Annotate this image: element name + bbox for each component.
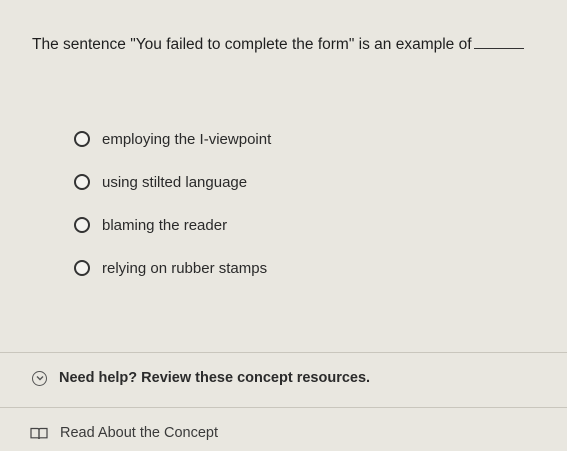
question-prompt: The sentence "You failed to complete the… <box>32 34 557 55</box>
question-text: The sentence "You failed to complete the… <box>32 36 472 53</box>
option-1[interactable]: employing the I-viewpoint <box>74 128 271 150</box>
divider <box>0 407 567 408</box>
radio-button[interactable] <box>74 131 90 147</box>
divider <box>0 352 567 353</box>
option-3[interactable]: blaming the reader <box>74 214 271 236</box>
chevron-down-circle-icon[interactable] <box>32 370 47 386</box>
answer-options: employing the I-viewpoint using stilted … <box>74 128 271 300</box>
option-label: using stilted language <box>102 173 248 191</box>
option-label: employing the I-viewpoint <box>102 130 272 148</box>
read-about-concept-label: Read About the Concept <box>60 425 219 441</box>
radio-button[interactable] <box>74 174 90 190</box>
option-4[interactable]: relying on rubber stamps <box>74 257 271 279</box>
help-toggle[interactable]: Need help? Review these concept resource… <box>32 370 370 386</box>
read-about-concept-link[interactable]: Read About the Concept <box>30 425 218 441</box>
radio-button[interactable] <box>74 217 90 233</box>
option-2[interactable]: using stilted language <box>74 171 271 193</box>
help-text: Need help? Review these concept resource… <box>59 370 371 386</box>
answer-blank <box>473 34 524 49</box>
option-label: blaming the reader <box>102 216 228 234</box>
option-label: relying on rubber stamps <box>102 259 268 277</box>
book-icon <box>30 427 48 440</box>
radio-button[interactable] <box>74 260 90 276</box>
